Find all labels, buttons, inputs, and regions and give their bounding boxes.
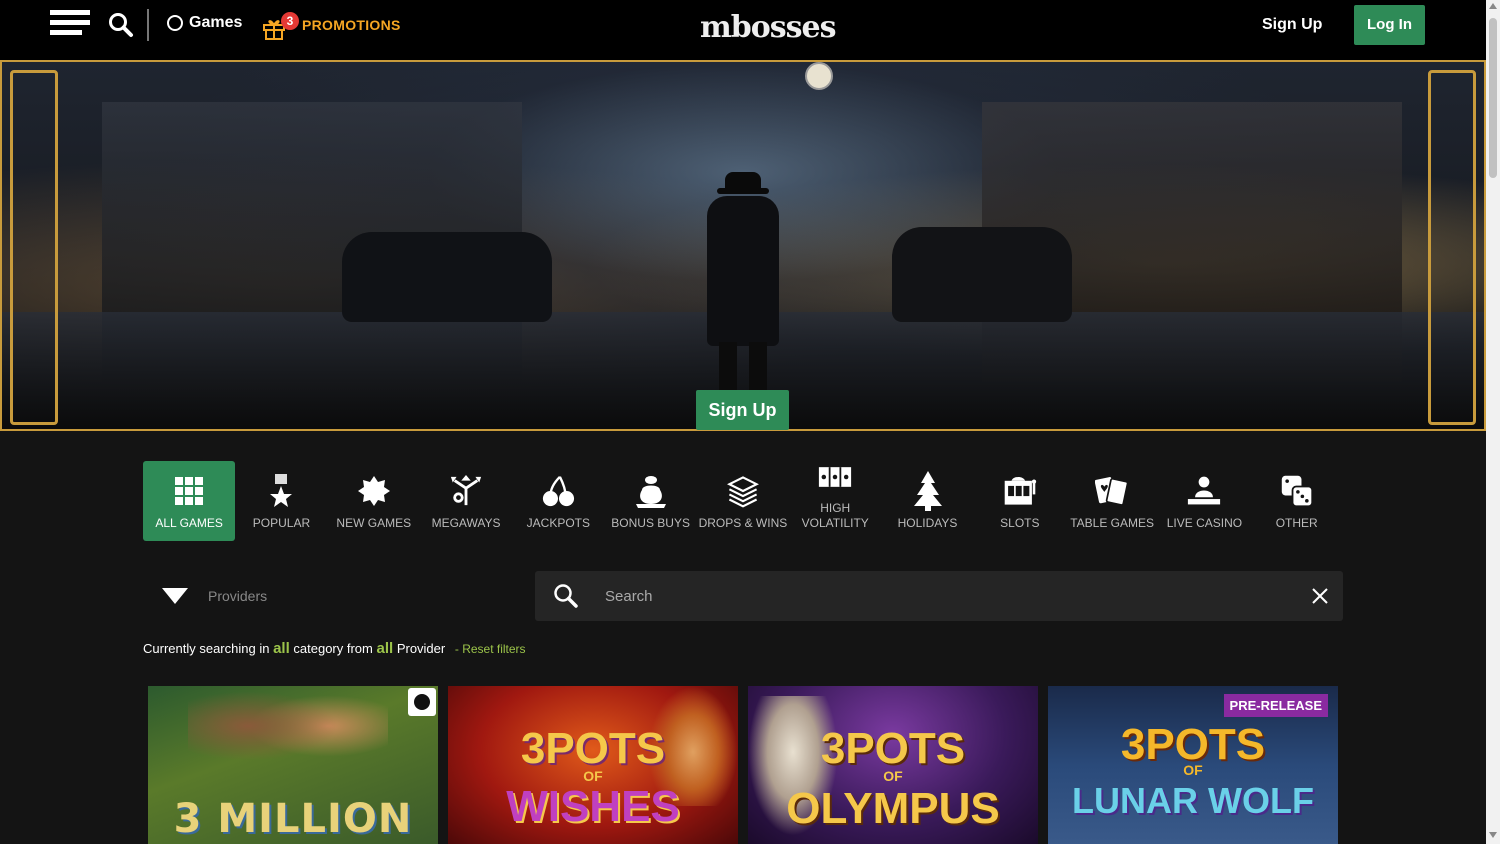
art-deco-frame-left [10, 70, 58, 425]
art-deco-frame-right [1428, 70, 1476, 425]
game-subtitle: WISHES [506, 782, 680, 831]
status-suffix: Provider [396, 641, 446, 656]
login-button[interactable]: Log In [1354, 5, 1425, 45]
brand-logo[interactable]: mbosses [700, 8, 837, 48]
category-label: HOLIDAYS [897, 516, 958, 530]
category-jackpots[interactable]: JACKPOTS [512, 461, 604, 541]
game-tile[interactable]: 3POTS OF OLYMPUS [748, 686, 1038, 844]
christmas-tree-icon [911, 471, 945, 511]
chip-icon [167, 15, 183, 31]
game-search-input[interactable] [605, 571, 1285, 621]
megaways-icon [449, 474, 483, 508]
category-popular[interactable]: POPULAR [235, 461, 327, 541]
game-artwork [188, 690, 388, 780]
category-high-volatility[interactable]: HIGH VOLATILITY [789, 461, 881, 541]
hero-car-left [342, 232, 552, 322]
hero-car-right [892, 227, 1072, 322]
game-subtitle: OLYMPUS [786, 784, 1000, 833]
category-label: OTHER [1275, 516, 1318, 530]
game-title-of: OF [1183, 762, 1203, 778]
header-divider [147, 9, 149, 41]
category-label: SLOTS [1000, 516, 1040, 530]
hamburger-menu-icon[interactable] [50, 10, 90, 40]
game-search-box [535, 571, 1343, 621]
pre-release-badge: PRE-RELEASE [1223, 694, 1328, 717]
category-label: MEGAWAYS [431, 516, 501, 530]
scroll-up-arrow-icon[interactable] [1489, 3, 1497, 9]
category-bonus-buys[interactable]: BONUS BUYS [604, 461, 696, 541]
status-prefix: Currently searching in [143, 641, 270, 656]
page: Games 3 PROMOTIONS mbosses Sign Up Log I… [0, 0, 1500, 844]
game-tile[interactable]: 3 MILLION [148, 686, 438, 844]
dice-icon [1280, 474, 1314, 508]
hero-signup-button[interactable]: Sign Up [696, 390, 789, 430]
category-label: ALL GAMES [155, 516, 223, 530]
category-table-games[interactable]: TABLE GAMES [1066, 461, 1158, 541]
hero-gangster-figure [707, 172, 779, 402]
filter-status: Currently searching in all category from… [143, 640, 526, 657]
search-icon[interactable] [108, 12, 134, 38]
providers-dropdown[interactable]: Providers [143, 571, 523, 621]
games-label: Games [189, 14, 243, 31]
status-mid: category from [293, 641, 373, 656]
game-title: 3 MILLION [173, 796, 413, 842]
page-scrollbar[interactable] [1486, 0, 1500, 844]
category-label: HIGH VOLATILITY [801, 501, 869, 530]
game-subtitle: LUNAR WOLF [1072, 780, 1314, 821]
game-title-of: OF [883, 768, 903, 784]
category-slots[interactable]: SLOTS [974, 461, 1066, 541]
close-icon[interactable] [1310, 586, 1330, 606]
game-tile[interactable]: 3POTS OF WISHES [448, 686, 738, 844]
category-label: JACKPOTS [526, 516, 591, 530]
scroll-thumb[interactable] [1489, 18, 1497, 178]
search-icon [554, 584, 578, 608]
status-provider-value: all [376, 640, 394, 657]
category-label: NEW GAMES [336, 516, 412, 530]
cherries-icon [541, 474, 575, 508]
category-label: DROPS & WINS [698, 516, 788, 530]
slot-stars-icon [818, 461, 852, 493]
category-label: LIVE CASINO [1166, 516, 1243, 530]
category-drops-wins[interactable]: DROPS & WINS [697, 461, 789, 541]
header-signup-link[interactable]: Sign Up [1262, 16, 1322, 34]
slot-machine-icon [1003, 474, 1037, 508]
reset-filters-link[interactable]: - Reset filters [455, 642, 526, 656]
new-badge-icon [357, 474, 391, 508]
scroll-down-arrow-icon[interactable] [1489, 832, 1497, 838]
game-tile[interactable]: PRE-RELEASE 3POTS OF LUNAR WOLF [1048, 686, 1338, 844]
money-bag-icon [634, 474, 668, 508]
category-holidays[interactable]: HOLIDAYS [881, 461, 973, 541]
providers-label: Providers [208, 588, 268, 604]
promotions-count-badge: 3 [281, 12, 299, 30]
category-label: BONUS BUYS [611, 516, 690, 530]
category-bar: ALL GAMES POPULAR NEW GAMES MEGAWAYS JAC… [143, 461, 1343, 541]
cash-stack-icon [726, 474, 760, 508]
top-header: Games 3 PROMOTIONS mbosses Sign Up Log I… [0, 0, 1486, 60]
game-title: 3POTS [520, 724, 666, 773]
category-other[interactable]: OTHER [1251, 461, 1343, 541]
games-link[interactable]: Games [167, 14, 242, 32]
dealer-icon [1187, 474, 1221, 508]
category-label: POPULAR [252, 516, 311, 530]
category-live-casino[interactable]: LIVE CASINO [1158, 461, 1250, 541]
clock-icon [805, 62, 833, 90]
status-category-value: all [273, 640, 290, 657]
category-megaways[interactable]: MEGAWAYS [420, 461, 512, 541]
category-all-games[interactable]: ALL GAMES [143, 461, 236, 541]
promotions-label[interactable]: PROMOTIONS [302, 17, 401, 33]
dropdown-triangle-icon [162, 588, 188, 604]
category-new-games[interactable]: NEW GAMES [328, 461, 420, 541]
hero-banner [0, 60, 1486, 431]
cards-icon [1095, 474, 1129, 508]
medal-icon [264, 474, 298, 508]
category-label: TABLE GAMES [1070, 516, 1155, 530]
new-game-badge-icon [408, 688, 436, 716]
grid-icon [172, 474, 206, 508]
game-title: 3POTS [820, 724, 966, 773]
